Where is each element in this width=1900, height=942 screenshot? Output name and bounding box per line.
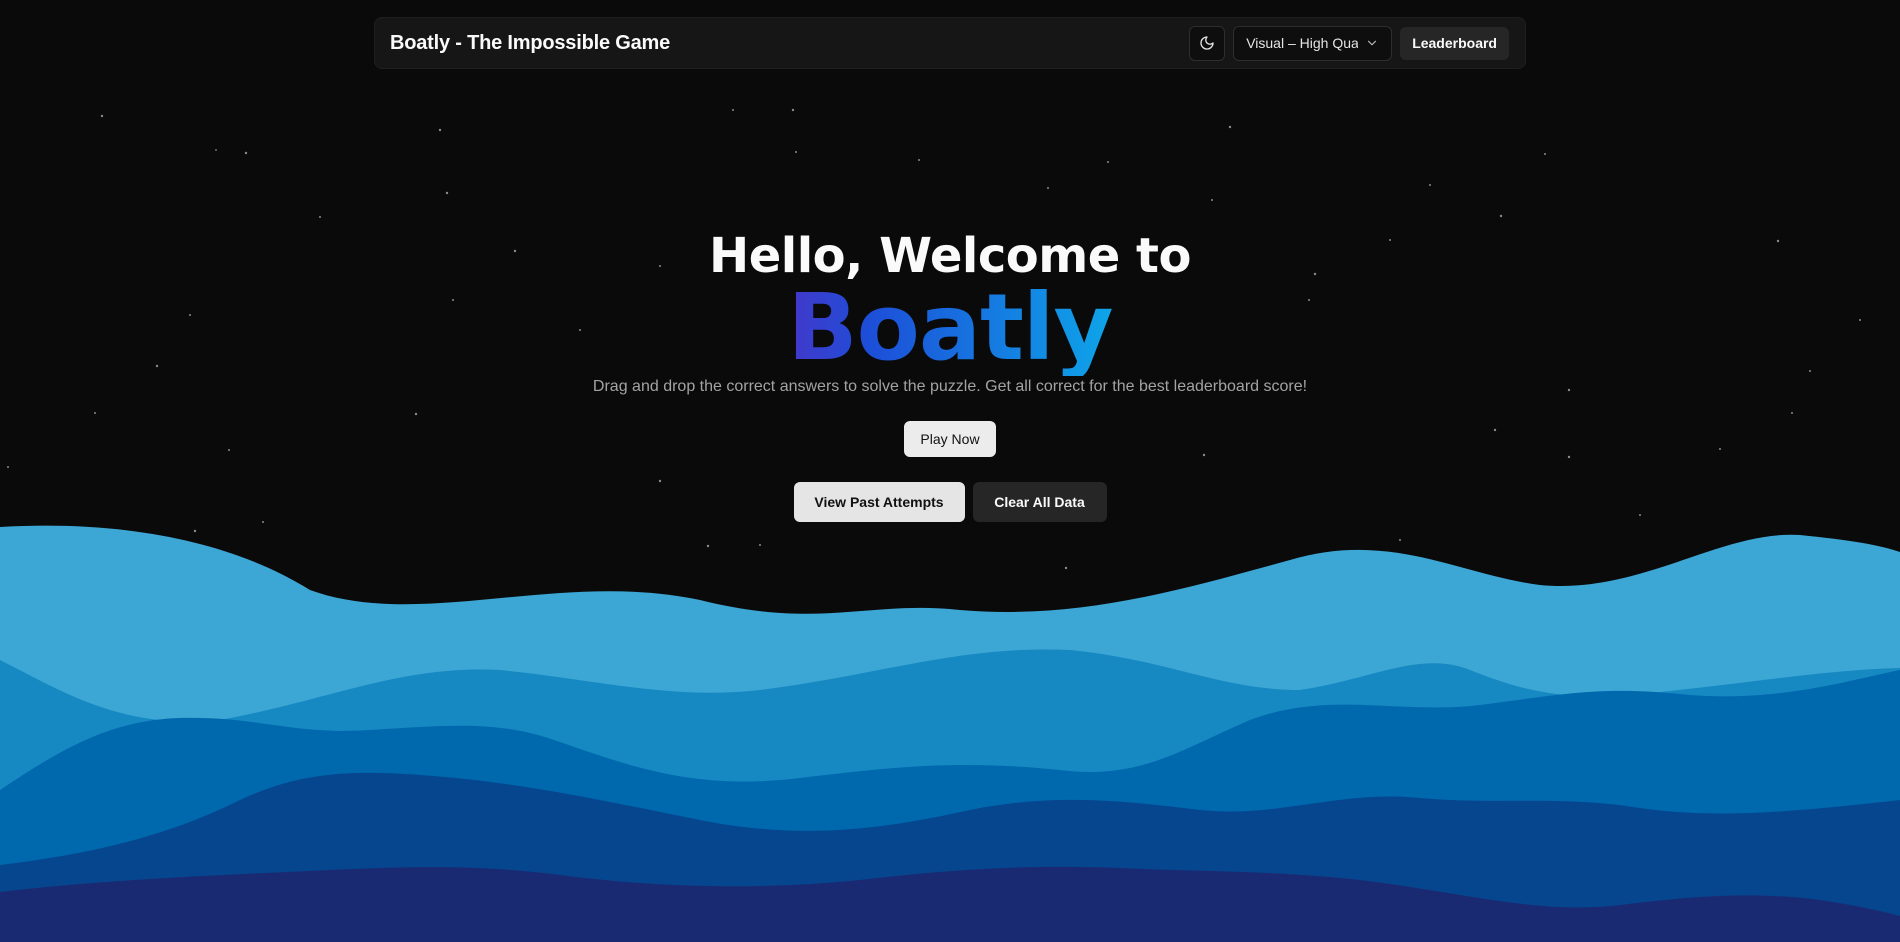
quality-select[interactable]: Visual – High Quality <box>1233 25 1393 61</box>
navbar-actions: Visual – High Quality Leaderboard <box>1189 25 1509 61</box>
page: Boatly - The Impossible Game Visual – Hi… <box>0 0 1900 942</box>
leaderboard-button[interactable]: Leaderboard <box>1400 26 1509 60</box>
view-past-attempts-button[interactable]: View Past Attempts <box>793 482 965 522</box>
ocean-waves <box>0 525 1900 942</box>
quality-select-value: Visual – High Quality <box>1246 35 1359 51</box>
secondary-actions: View Past Attempts Clear All Data <box>793 482 1107 522</box>
brand-title[interactable]: Boatly - The Impossible Game <box>390 32 670 55</box>
clear-all-data-button[interactable]: Clear All Data <box>972 482 1107 522</box>
navbar: Boatly - The Impossible Game Visual – Hi… <box>374 17 1526 69</box>
hero-brand-title: Boatly <box>787 274 1114 381</box>
moon-icon <box>1200 36 1214 50</box>
hero-section: Hello, Welcome to Boatly Drag and drop t… <box>0 228 1900 522</box>
hero-subtitle: Drag and drop the correct answers to sol… <box>592 378 1308 395</box>
theme-toggle-button[interactable] <box>1189 25 1226 61</box>
chevron-down-icon <box>1368 40 1377 46</box>
play-now-button[interactable]: Play Now <box>904 421 996 457</box>
